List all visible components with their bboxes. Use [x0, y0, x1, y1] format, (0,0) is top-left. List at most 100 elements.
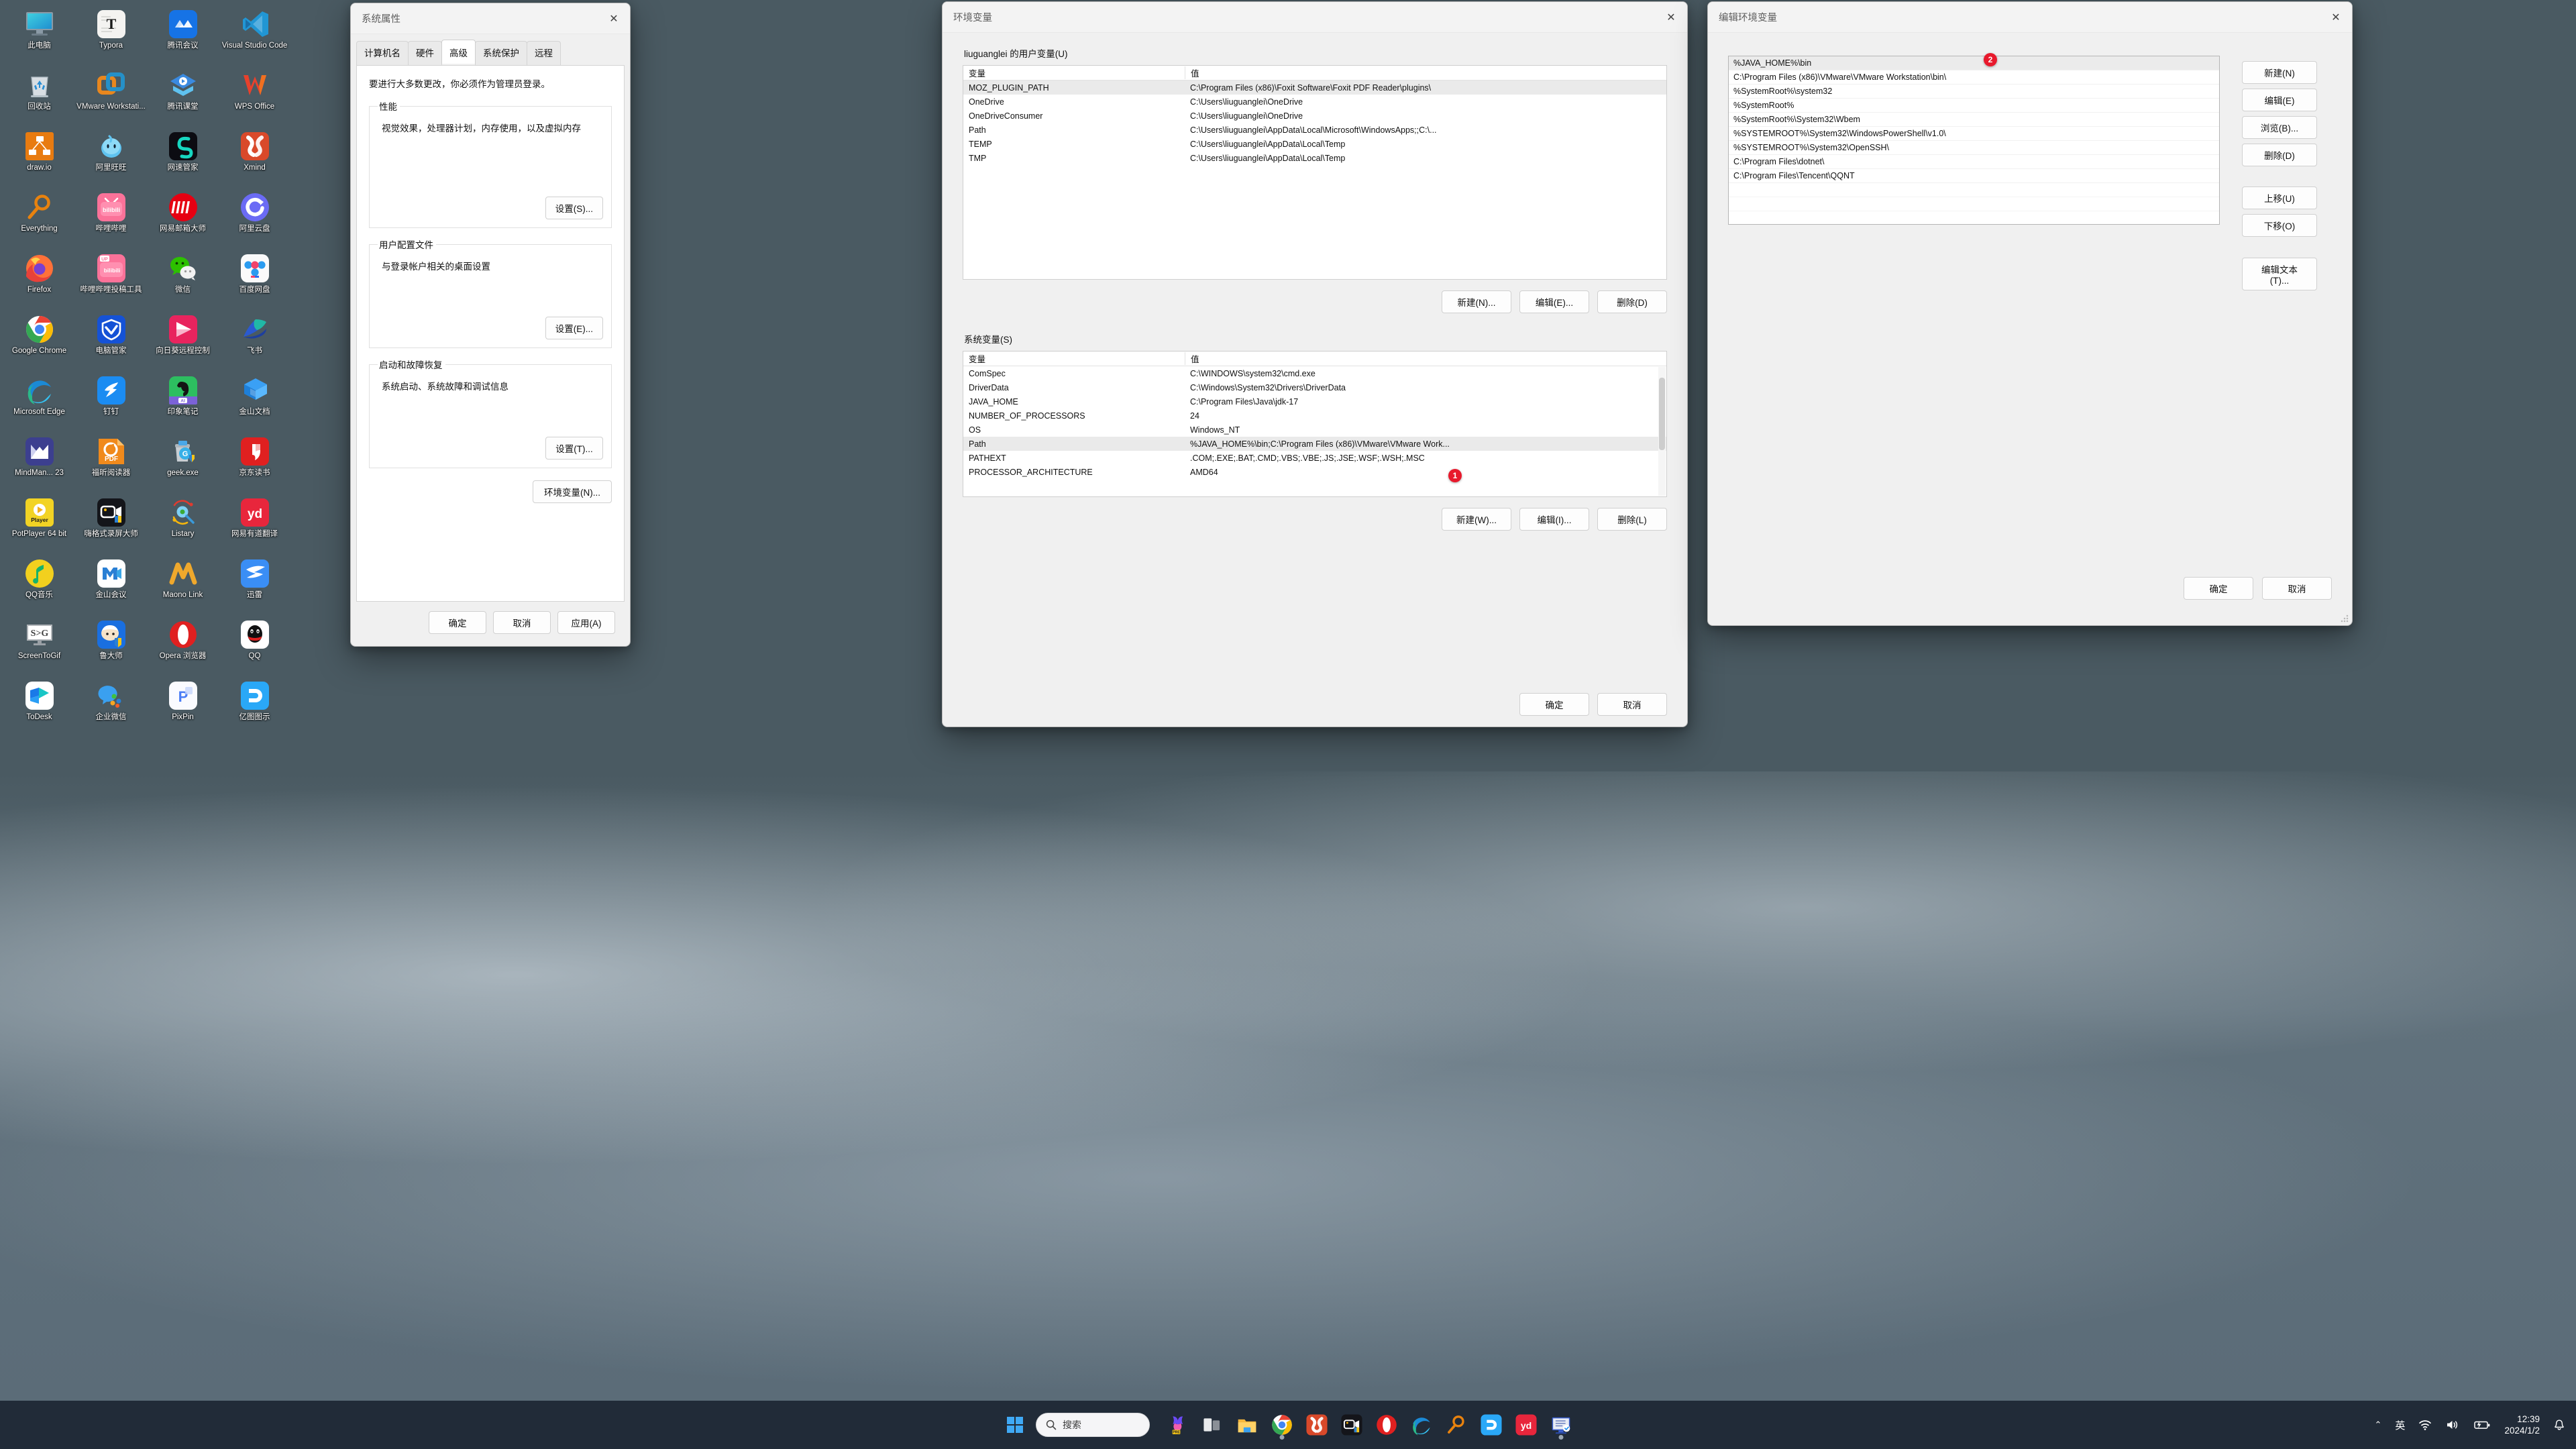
table-row[interactable]: OneDriveConsumer C:\Users\liuguanglei\One…: [963, 109, 1666, 123]
startup-recovery-settings-button[interactable]: 设置(T)...: [545, 437, 603, 460]
desktop-icon-kingsoft-docs[interactable]: 金山文档: [219, 372, 290, 433]
path-entry-row[interactable]: C:\Program Files\Tencent\QQNT: [1729, 169, 2219, 183]
path-entry-row[interactable]: %SYSTEMROOT%\System32\WindowsPowerShell\…: [1729, 127, 2219, 141]
tab-2[interactable]: 高级: [441, 40, 476, 64]
environment-variables-titlebar[interactable]: 环境变量 ✕: [943, 2, 1687, 33]
path-entry-row[interactable]: %SystemRoot%\System32\Wbem: [1729, 113, 2219, 127]
cancel-button[interactable]: 取消: [2262, 577, 2332, 600]
path-entry-row-empty[interactable]: [1729, 197, 2219, 211]
desktop-icon-youdao-translate[interactable]: yd 网易有道翻译: [219, 494, 290, 555]
path-entry-list[interactable]: %JAVA_HOME%\bin C:\Program Files (x86)\VM…: [1728, 56, 2220, 225]
desktop-icon-wecom[interactable]: 企业微信: [75, 677, 147, 738]
tab-1[interactable]: 硬件: [408, 41, 442, 65]
bell-icon[interactable]: [2546, 1407, 2572, 1442]
system-variables-table[interactable]: 变量 值 ComSpec C:\WINDOWS\system32\cmd.exe D…: [963, 351, 1667, 497]
table-row[interactable]: OneDrive C:\Users\liuguanglei\OneDrive: [963, 95, 1666, 109]
desktop-icon-maono-link[interactable]: Maono Link: [147, 555, 219, 616]
tab-0[interactable]: 计算机名: [356, 41, 409, 65]
desktop-icon-everything[interactable]: Everything: [3, 189, 75, 250]
desktop-icon-todesk[interactable]: ToDesk: [3, 677, 75, 738]
desktop-icon-ludashi[interactable]: 鲁大师: [75, 616, 147, 677]
ok-button[interactable]: 确定: [1519, 693, 1589, 716]
tab-4[interactable]: 远程: [527, 41, 561, 65]
move-down-button[interactable]: 下移(O): [2242, 214, 2317, 237]
taskbar-item-edge[interactable]: [1405, 1409, 1438, 1441]
wifi-icon[interactable]: [2412, 1407, 2438, 1442]
table-row[interactable]: PATHEXT .COM;.EXE;.BAT;.CMD;.VBS;.VBE;.JS…: [963, 451, 1666, 465]
desktop-icon-kingsoft-meeting[interactable]: 金山会议: [75, 555, 147, 616]
path-entry-row[interactable]: %SYSTEMROOT%\System32\OpenSSH\: [1729, 141, 2219, 155]
desktop-icon-vscode[interactable]: Visual Studio Code: [219, 5, 290, 66]
table-row[interactable]: MOZ_PLUGIN_PATH C:\Program Files (x86)\Fo…: [963, 80, 1666, 95]
edit-environment-variable-titlebar[interactable]: 编辑环境变量 ✕: [1708, 2, 2352, 33]
desktop-icon-wps-office[interactable]: WPS Office: [219, 66, 290, 127]
desktop-icon-netspeed[interactable]: 网速管家: [147, 127, 219, 189]
desktop-icon-mindmanager[interactable]: MindMan... 23: [3, 433, 75, 494]
resize-grip[interactable]: [2341, 614, 2349, 623]
browse-button[interactable]: 浏览(B)...: [2242, 116, 2317, 139]
close-icon[interactable]: ✕: [598, 3, 630, 34]
user-new-button[interactable]: 新建(N)...: [1442, 290, 1511, 313]
performance-settings-button[interactable]: 设置(S)...: [545, 197, 603, 219]
desktop-icon-thunder[interactable]: 迅雷: [219, 555, 290, 616]
taskbar-item-sysprop[interactable]: [1545, 1409, 1577, 1441]
system-variables-scrollbar[interactable]: [1658, 367, 1666, 496]
desktop-icon-firefox[interactable]: Firefox: [3, 250, 75, 311]
new-button[interactable]: 新建(N): [2242, 61, 2317, 84]
desktop-icon-feishu[interactable]: 飞书: [219, 311, 290, 372]
system-properties-window[interactable]: 系统属性 ✕ 计算机名 硬件 高级 系统保护 远程 要进行大多数更改，你必须作为管理员登…: [350, 3, 631, 647]
system-new-button[interactable]: 新建(W)...: [1442, 508, 1511, 531]
table-row[interactable]: DriverData C:\Windows\System32\Drivers\Dr…: [963, 380, 1666, 394]
desktop-icon-sunlogin[interactable]: 向日葵远程控制: [147, 311, 219, 372]
path-entry-row[interactable]: %JAVA_HOME%\bin: [1729, 56, 2219, 70]
table-row[interactable]: PROCESSOR_ARCHITECTURE AMD64: [963, 465, 1666, 479]
path-entry-row-empty[interactable]: [1729, 211, 2219, 224]
edit-button[interactable]: 编辑(E): [2242, 89, 2317, 111]
desktop-icon-evernote[interactable]: AI 印象笔记: [147, 372, 219, 433]
desktop-icon-potplayer[interactable]: Player PotPlayer 64 bit: [3, 494, 75, 555]
desktop-icon-pixpin[interactable]: P PixPin: [147, 677, 219, 738]
user-variables-table[interactable]: 变量 值 MOZ_PLUGIN_PATH C:\Program Files (x8…: [963, 65, 1667, 280]
user-delete-button[interactable]: 删除(D): [1597, 290, 1667, 313]
clock[interactable]: 12:39 2024/1/2: [2498, 1413, 2546, 1436]
table-row[interactable]: TMP C:\Users\liuguanglei\AppData\Local\Te…: [963, 151, 1666, 165]
path-entry-row[interactable]: %SystemRoot%: [1729, 99, 2219, 113]
taskbar-item-opera[interactable]: [1371, 1409, 1403, 1441]
table-row[interactable]: Path C:\Users\liuguanglei\AppData\Local\M…: [963, 123, 1666, 137]
desktop-icon-qq-music[interactable]: QQ音乐: [3, 555, 75, 616]
delete-button[interactable]: 删除(D): [2242, 144, 2317, 166]
desktop-icon-dingtalk[interactable]: 钉钉: [75, 372, 147, 433]
taskbar-item-everything[interactable]: [1440, 1409, 1472, 1441]
edit-environment-variable-window[interactable]: 编辑环境变量 ✕ %JAVA_HOME%\bin C:\Program Files…: [1707, 1, 2353, 626]
desktop-icon-pc-manager[interactable]: 电脑管家: [75, 311, 147, 372]
taskbar-item-youdao[interactable]: yd: [1510, 1409, 1542, 1441]
close-icon[interactable]: ✕: [2320, 2, 2352, 32]
table-row[interactable]: JAVA_HOME C:\Program Files\Java\jdk-17: [963, 394, 1666, 409]
user-profiles-settings-button[interactable]: 设置(E)...: [545, 317, 603, 339]
desktop-icon-netease-mail[interactable]: 网易邮箱大师: [147, 189, 219, 250]
desktop-icon-opera[interactable]: Opera 浏览器: [147, 616, 219, 677]
desktop-icon-foxit-reader[interactable]: PDF 福昕阅读器: [75, 433, 147, 494]
desktop-icon-edge[interactable]: Microsoft Edge: [3, 372, 75, 433]
desktop-icon-edraw[interactable]: 亿图图示: [219, 677, 290, 738]
user-edit-button[interactable]: 编辑(E)...: [1519, 290, 1589, 313]
taskbar-item-xmind[interactable]: [1301, 1409, 1333, 1441]
desktop-icon-wechat[interactable]: 微信: [147, 250, 219, 311]
desktop-icon-baidu-netdisk[interactable]: 百度网盘: [219, 250, 290, 311]
table-row[interactable]: Path %JAVA_HOME%\bin;C:\Program Files (x8…: [963, 437, 1666, 451]
desktop-icon-drawio[interactable]: draw.io: [3, 127, 75, 189]
desktop-icon-vmware[interactable]: VMware Workstati...: [75, 66, 147, 127]
system-properties-titlebar[interactable]: 系统属性 ✕: [351, 3, 630, 34]
edit-text-button[interactable]: 编辑文本(T)...: [2242, 258, 2317, 290]
path-entry-row[interactable]: C:\Program Files\dotnet\: [1729, 155, 2219, 169]
cancel-button[interactable]: 取消: [1597, 693, 1667, 716]
environment-variables-window[interactable]: 环境变量 ✕ liuguanglei 的用户变量(U) 变量 值 MOZ_PLU…: [942, 1, 1688, 727]
taskbar-item-taskview[interactable]: [1196, 1409, 1228, 1441]
desktop-icon-tencent-classroom[interactable]: 腾讯课堂: [147, 66, 219, 127]
tab-3[interactable]: 系统保护: [475, 41, 527, 65]
desktop-icon-screentogif[interactable]: S>G ScreenToGif: [3, 616, 75, 677]
desktop-icon-bilibili-upload[interactable]: UP bilibili 哔哩哔哩投稿工具: [75, 250, 147, 311]
table-row[interactable]: NUMBER_OF_PROCESSORS 24: [963, 409, 1666, 423]
system-delete-button[interactable]: 删除(L): [1597, 508, 1667, 531]
cancel-button[interactable]: 取消: [493, 611, 551, 634]
